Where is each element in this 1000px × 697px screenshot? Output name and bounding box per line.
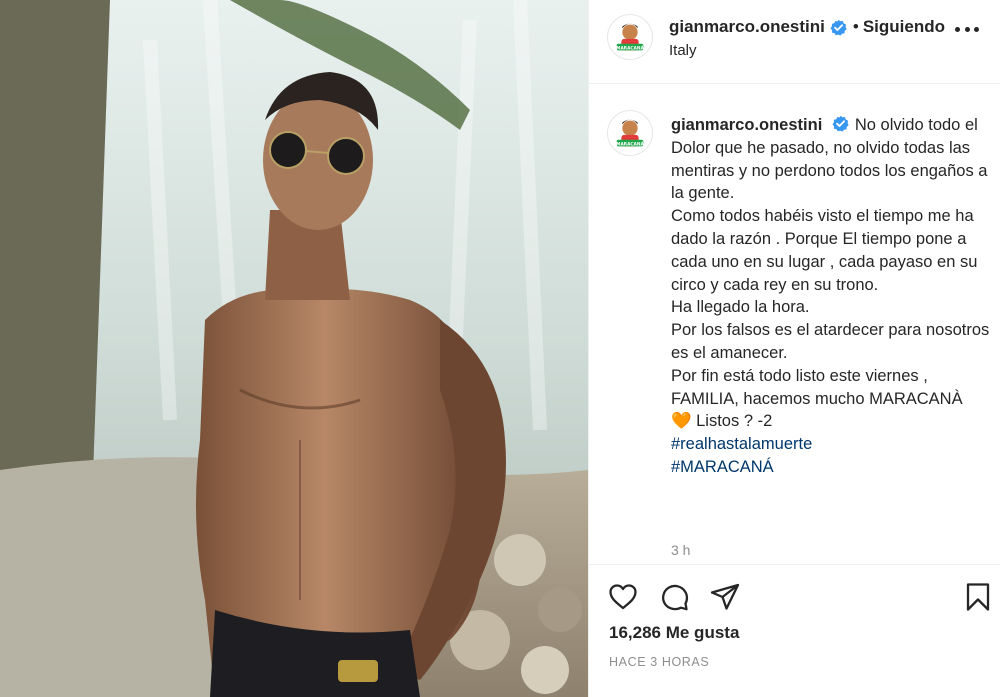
caption-last-line-text: Listos ? -2 [691, 412, 773, 431]
caption-last-line: 🧡 Listos ? -2 [671, 410, 991, 433]
hashtag-link[interactable]: #MARACANÁ [671, 456, 991, 479]
caption-avatar[interactable]: MARACANÁ [607, 110, 653, 156]
avatar-illustration: MARACANÁ [608, 111, 652, 155]
avatar[interactable]: MARACANÁ [607, 14, 653, 60]
post-timestamp[interactable]: HACE 3 HORAS [609, 655, 709, 669]
caption-line: Por los falsos es el atardecer para noso… [671, 321, 990, 362]
comment-time[interactable]: 3 h [671, 542, 690, 558]
bookmark-icon[interactable] [962, 581, 994, 613]
caption-line: Por fin está todo listo este viernes , F… [671, 366, 963, 408]
header-username[interactable]: gianmarco.onestini [669, 17, 825, 37]
post-side-panel: MARACANÁ gianmarco.onestini • Siguiendo … [588, 0, 1000, 697]
heart-icon[interactable] [607, 581, 639, 613]
avatar-illustration: MARACANÁ [608, 15, 652, 59]
caption-first-line: No olvido todo el [854, 116, 978, 134]
share-icon[interactable] [709, 581, 741, 613]
post-photo[interactable] [0, 0, 588, 697]
comment-icon[interactable] [658, 581, 690, 613]
caption-line: Ha llegado la hora. [671, 298, 810, 317]
likes-count[interactable]: 16,286 Me gusta [609, 623, 739, 643]
verified-badge-icon [832, 115, 849, 132]
more-options-icon[interactable] [955, 24, 979, 34]
following-button[interactable]: Siguiendo [863, 17, 945, 37]
action-bar: 16,286 Me gusta HACE 3 HORAS [589, 564, 1000, 697]
orange-heart-emoji: 🧡 [671, 412, 692, 431]
verified-badge-icon [830, 19, 847, 36]
caption-line: Dolor que he pasado, no olvido todas las… [671, 138, 988, 203]
location-link[interactable]: Italy [669, 42, 697, 59]
caption-text: gianmarco.onestini No olvido todo el Dol… [671, 114, 991, 479]
post-header: MARACANÁ gianmarco.onestini • Siguiendo … [589, 0, 1000, 84]
caption-line: Como todos habéis visto el tiempo me ha … [671, 207, 978, 294]
caption-username[interactable]: gianmarco.onestini [671, 116, 822, 134]
photo-illustration [0, 0, 588, 697]
caption-comment: MARACANÁ gianmarco.onestini No olvido to… [589, 84, 1000, 564]
header-user-row: gianmarco.onestini • Siguiendo [669, 17, 945, 37]
separator-dot: • [852, 17, 859, 36]
hashtag-link[interactable]: #realhastalamuerte [671, 433, 991, 456]
